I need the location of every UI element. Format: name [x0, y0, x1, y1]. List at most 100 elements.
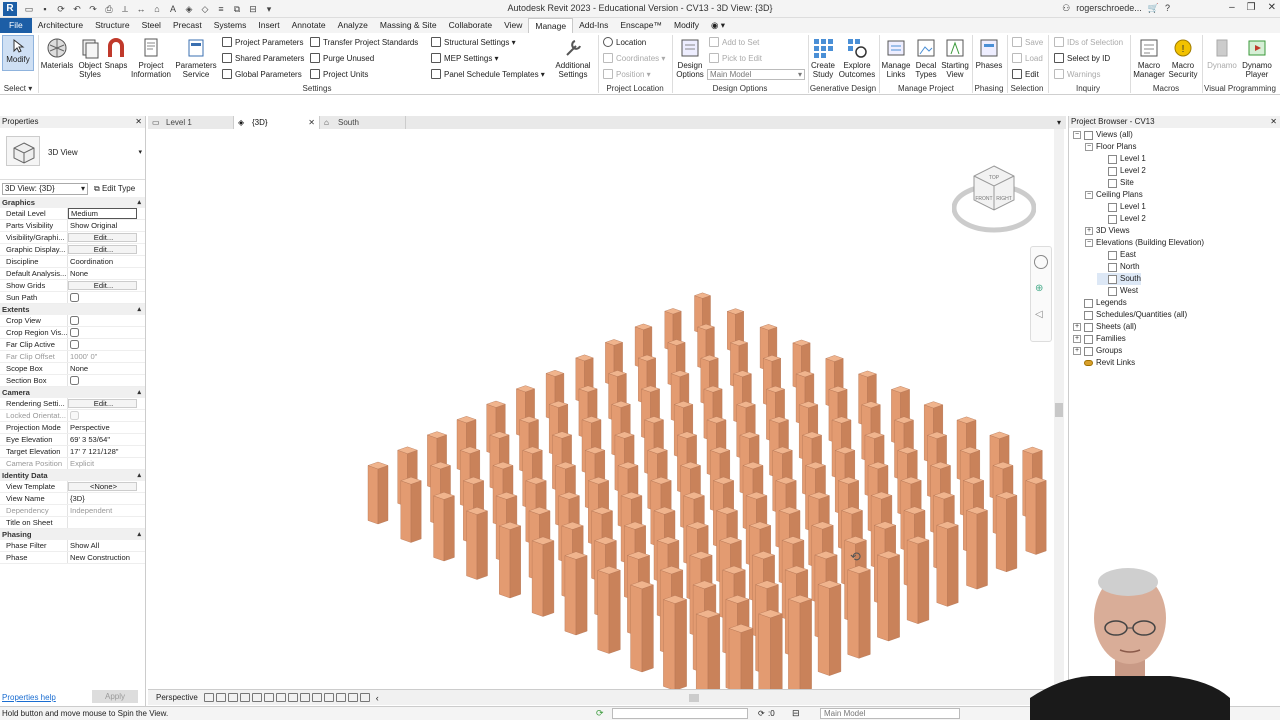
property-group-header[interactable]: Extents	[0, 304, 145, 315]
purge-unused-button[interactable]: Purge Unused	[310, 53, 374, 63]
fly-icon[interactable]: ◁	[1035, 309, 1047, 321]
cart-icon[interactable]: 🛒	[1148, 3, 1159, 14]
scrollbar-thumb[interactable]	[688, 693, 699, 702]
structural-column[interactable]	[662, 595, 688, 689]
property-value[interactable]: Edit...	[68, 281, 137, 290]
project-units-button[interactable]: Project Units	[310, 69, 368, 79]
property-checkbox[interactable]	[70, 376, 79, 385]
measure-icon[interactable]: ⟂	[118, 3, 132, 15]
projection-mode-label[interactable]: Perspective	[156, 693, 198, 702]
property-value[interactable]: Medium	[68, 208, 137, 219]
tab-massing-site[interactable]: Massing & Site	[374, 18, 443, 33]
tab-enscape[interactable]: Enscape™	[614, 18, 668, 33]
property-checkbox[interactable]	[70, 328, 79, 337]
tab-structure[interactable]: Structure	[89, 18, 136, 33]
infocenter-icon[interactable]: ⚇	[1062, 3, 1070, 14]
browser-tree-item[interactable]: − Views (all)	[1073, 129, 1133, 141]
location-button[interactable]: Location	[603, 37, 646, 47]
visual-style-icon[interactable]	[215, 693, 226, 702]
structural-settings-button[interactable]: Structural Settings ▾	[431, 37, 516, 47]
design-options-status-icon[interactable]: ⊟	[792, 708, 800, 719]
browser-tree-item[interactable]: Schedules/Quantities (all)	[1073, 309, 1187, 321]
horizontal-scrollbar[interactable]	[379, 693, 1066, 703]
sync-icon[interactable]: ⟳	[54, 3, 68, 15]
viewcube[interactable]: TOP FRONT RIGHT	[951, 160, 1037, 236]
load-selection-button[interactable]: Load	[1012, 53, 1043, 63]
viewcube-front-label[interactable]: FRONT	[975, 196, 992, 202]
dynamo-player-button[interactable]: Dynamo Player	[1240, 37, 1274, 79]
revit-logo-icon[interactable]: R	[3, 2, 17, 16]
tab-overflow-icon[interactable]: ▾	[1052, 116, 1066, 129]
property-value[interactable]: Edit...	[68, 233, 137, 242]
close-hidden-icon[interactable]: ⧉	[230, 3, 244, 15]
collapse-icon[interactable]: −	[1085, 191, 1093, 199]
collapse-icon[interactable]: −	[1085, 143, 1093, 151]
view-tab-3d[interactable]: ◈ {3D} ✕	[234, 116, 320, 129]
macro-security-button[interactable]: ! Macro Security	[1166, 37, 1200, 79]
object-styles-button[interactable]: Object Styles	[76, 37, 104, 79]
collapse-icon[interactable]: −	[1073, 131, 1081, 139]
property-value[interactable]: 69' 3 53/64"	[68, 434, 145, 445]
render-icon[interactable]	[251, 693, 262, 702]
project-information-button[interactable]: Project Information	[128, 37, 174, 79]
type-selector[interactable]: 3D View ▾	[0, 128, 145, 180]
worksharing-icon[interactable]	[335, 693, 346, 702]
browser-tree-item[interactable]: − Elevations (Building Elevation)	[1085, 237, 1204, 249]
position-button[interactable]: Position ▾	[603, 69, 651, 79]
editing-requests-icon[interactable]: ⟳	[758, 709, 765, 718]
customize-qat-icon[interactable]: ▾	[262, 3, 276, 15]
property-value[interactable]	[68, 410, 145, 421]
structural-column[interactable]	[465, 506, 489, 580]
browser-tree-item[interactable]: Level 1	[1097, 201, 1146, 213]
macro-manager-button[interactable]: Macro Manager	[1132, 37, 1166, 79]
dimension-icon[interactable]: ↔	[134, 3, 148, 15]
browser-tree-item[interactable]: Revit Links	[1073, 357, 1135, 369]
apply-button[interactable]: Apply	[92, 690, 138, 703]
structural-column[interactable]	[432, 491, 456, 562]
structural-column[interactable]	[758, 609, 783, 689]
project-parameters-button[interactable]: Project Parameters	[222, 37, 303, 47]
tab-insert[interactable]: Insert	[252, 18, 285, 33]
tab-annotate[interactable]: Annotate	[286, 18, 332, 33]
sun-path-icon[interactable]	[227, 693, 238, 702]
restore-icon[interactable]: ❐	[1247, 2, 1256, 13]
snaps-button[interactable]: Snaps	[104, 37, 128, 70]
browser-tree-item[interactable]: +3D Views	[1085, 225, 1130, 237]
highlight-icon[interactable]	[359, 693, 370, 702]
decal-types-button[interactable]: Decal Types	[912, 37, 940, 79]
edit-selection-button[interactable]: Edit	[1012, 69, 1039, 79]
print-icon[interactable]: ⎙	[102, 3, 116, 15]
expand-icon[interactable]: +	[1073, 347, 1081, 355]
3d-view-icon[interactable]: ◈	[182, 3, 196, 15]
add-to-set-button[interactable]: Add to Set	[709, 37, 759, 47]
mep-settings-button[interactable]: MEP Settings ▾	[431, 53, 499, 63]
show-crop-icon[interactable]	[275, 693, 286, 702]
save-selection-button[interactable]: Save	[1012, 37, 1043, 47]
property-checkbox[interactable]	[70, 316, 79, 325]
structural-column[interactable]	[876, 550, 901, 642]
structural-column[interactable]	[367, 461, 389, 525]
structural-column[interactable]	[629, 580, 655, 673]
structural-column[interactable]	[597, 566, 621, 654]
property-group-header[interactable]: Camera	[0, 387, 145, 398]
temp-hide-icon[interactable]	[299, 693, 310, 702]
ids-of-selection-button[interactable]: IDs of Selection	[1054, 37, 1123, 47]
browser-tree-item[interactable]: Level 2	[1097, 213, 1146, 225]
parameters-service-button[interactable]: Parameters Service	[174, 37, 218, 79]
structural-column[interactable]	[695, 609, 721, 689]
starting-view-button[interactable]: Starting View	[940, 37, 970, 79]
global-parameters-button[interactable]: Global Parameters	[222, 69, 302, 79]
property-value[interactable]: Show All	[68, 540, 145, 551]
shared-parameters-button[interactable]: Shared Parameters	[222, 53, 304, 63]
browser-tree-item[interactable]: North	[1097, 261, 1140, 273]
property-checkbox[interactable]	[70, 293, 79, 302]
browser-tree-item[interactable]: East	[1097, 249, 1136, 261]
property-value[interactable]: 1000' 0"	[68, 351, 145, 362]
redo-icon[interactable]: ↷	[86, 3, 100, 15]
structural-column[interactable]	[817, 580, 842, 676]
property-value[interactable]	[68, 327, 145, 338]
steering-wheel-icon[interactable]	[1034, 255, 1048, 269]
browser-tree-item[interactable]: + Families	[1073, 333, 1126, 345]
select-by-id-button[interactable]: Select by ID	[1054, 53, 1110, 63]
browser-tree-item[interactable]: + Groups	[1073, 345, 1122, 357]
